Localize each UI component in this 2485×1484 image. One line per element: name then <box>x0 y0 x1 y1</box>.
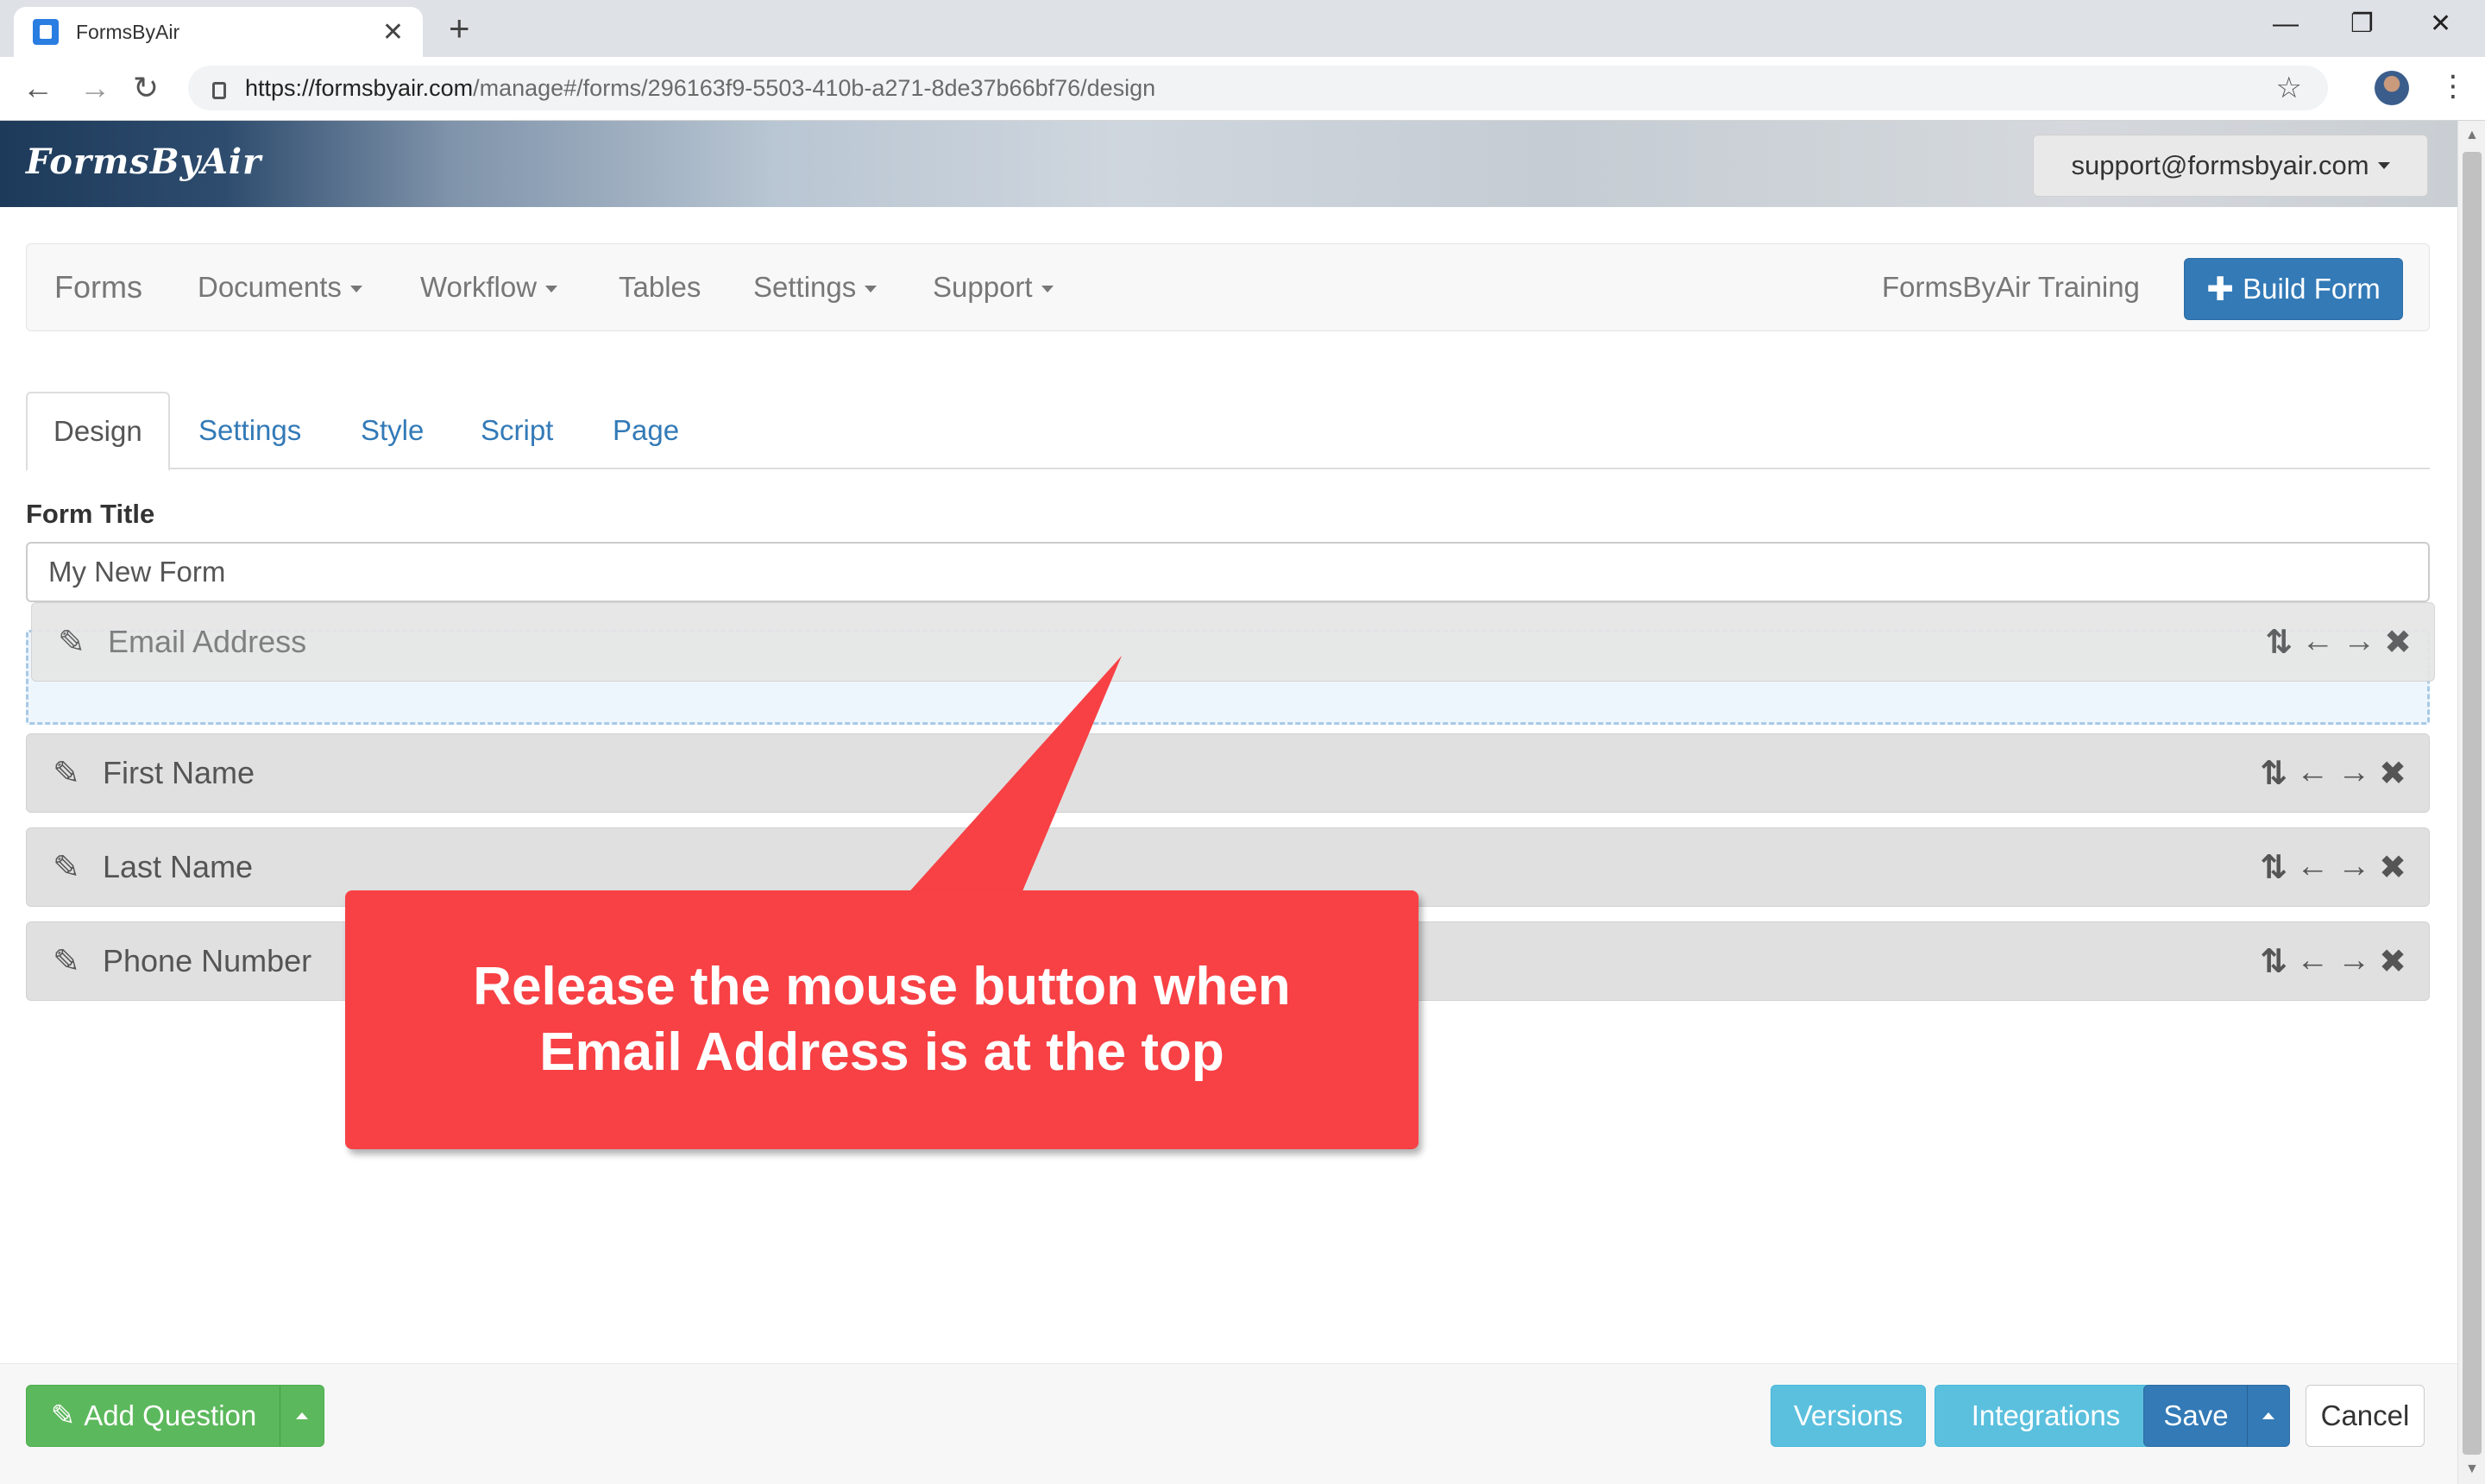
reorder-icon[interactable]: ⇅ <box>2260 942 2287 981</box>
move-left-icon[interactable]: ← <box>2296 754 2329 793</box>
nav-tables[interactable]: Tables <box>619 268 701 306</box>
chevron-up-icon <box>296 1412 308 1419</box>
add-question-label: Add Question <box>84 1399 257 1431</box>
remove-icon[interactable]: ✖ <box>2379 848 2406 887</box>
question-label: Email Address <box>108 624 307 659</box>
nav-settings-label: Settings <box>753 271 857 303</box>
build-form-label: Build Form <box>2243 273 2381 305</box>
nav-forms[interactable]: Forms <box>54 268 142 306</box>
scroll-down-icon[interactable]: ▼ <box>2465 1462 2479 1477</box>
move-right-icon[interactable]: → <box>2337 848 2370 887</box>
chevron-down-icon <box>2377 162 2390 169</box>
url-host: https://formsbyair.com <box>245 74 474 101</box>
scroll-up-icon[interactable]: ▲ <box>2465 128 2479 143</box>
lock-icon <box>212 82 226 99</box>
reload-icon[interactable]: ↻ <box>133 69 159 107</box>
callout-line-2: Email Address is at the top <box>539 1022 1224 1082</box>
tab-settings[interactable]: Settings <box>198 392 301 469</box>
save-button[interactable]: Save <box>2143 1385 2249 1447</box>
bookmark-star-icon[interactable]: ☆ <box>2276 71 2302 105</box>
tab-style[interactable]: Style <box>361 392 424 469</box>
tab-design[interactable]: Design <box>26 392 170 471</box>
reorder-icon[interactable]: ⇅ <box>2260 754 2287 793</box>
pencil-icon: ✎ <box>50 1399 76 1432</box>
formsbyair-favicon-icon <box>33 19 59 45</box>
tab-page[interactable]: Page <box>613 392 679 469</box>
callout-line-1: Release the mouse button when <box>473 957 1291 1016</box>
reorder-icon[interactable]: ⇅ <box>2265 623 2293 662</box>
forward-icon[interactable]: → <box>79 69 110 107</box>
address-bar: ← → ↻ https://formsbyair.com/manage#/for… <box>0 57 2485 121</box>
question-row[interactable]: ✎ First Name ⇅ ← → ✖ <box>26 733 2430 813</box>
form-title-label: Form Title <box>26 499 155 529</box>
nav-settings[interactable]: Settings <box>753 268 878 306</box>
move-left-icon[interactable]: ← <box>2296 848 2329 887</box>
chevron-down-icon <box>1041 286 1054 293</box>
nav-support[interactable]: Support <box>933 268 1054 306</box>
question-label: Last Name <box>103 849 254 884</box>
plus-icon: ✚ <box>2206 271 2235 308</box>
chevron-down-icon <box>349 286 362 293</box>
browser-menu-icon[interactable]: ⋮ <box>2438 67 2468 105</box>
nav-workflow[interactable]: Workflow <box>420 268 558 306</box>
question-row-dragging[interactable]: ✎ Email Address ⇅ ← → ✖ <box>31 602 2435 682</box>
scrollbar-thumb[interactable] <box>2463 152 2482 1455</box>
add-question-button[interactable]: ✎ Add Question <box>26 1385 281 1447</box>
move-right-icon[interactable]: → <box>2343 623 2375 662</box>
nav-support-label: Support <box>933 271 1033 303</box>
chevron-down-icon <box>865 286 878 293</box>
move-right-icon[interactable]: → <box>2337 942 2370 981</box>
url-path: /manage#/forms/296163f9-5503-410b-a271-8… <box>473 74 1156 101</box>
account-dropdown[interactable]: support@formsbyair.com <box>2033 135 2428 197</box>
add-question-dropdown[interactable] <box>280 1385 324 1447</box>
pencil-icon[interactable]: ✎ <box>58 623 96 662</box>
minimize-icon[interactable]: — <box>2273 7 2299 41</box>
page-scrollbar[interactable]: ▲ ▼ <box>2457 121 2485 1484</box>
question-label: Phone Number <box>103 943 312 978</box>
remove-icon[interactable]: ✖ <box>2379 942 2406 981</box>
chevron-up-icon <box>2262 1412 2274 1419</box>
reorder-icon[interactable]: ⇅ <box>2260 848 2287 887</box>
tab-script[interactable]: Script <box>481 392 553 469</box>
designer-footer: ✎ Add Question Versions Integrations Sav… <box>0 1363 2457 1484</box>
form-title-input[interactable]: My New Form <box>26 542 2430 602</box>
save-dropdown[interactable] <box>2247 1385 2290 1447</box>
profile-avatar[interactable] <box>2375 71 2409 105</box>
browser-tab[interactable]: FormsByAir ✕ <box>14 7 423 57</box>
pencil-icon[interactable]: ✎ <box>53 848 91 887</box>
restore-icon[interactable]: ❐ <box>2350 7 2374 41</box>
url-field[interactable]: https://formsbyair.com/manage#/forms/296… <box>188 66 2328 110</box>
chevron-down-icon <box>545 286 558 293</box>
move-right-icon[interactable]: → <box>2337 754 2370 793</box>
window-close-icon[interactable]: ✕ <box>2430 7 2451 41</box>
browser-tabstrip: FormsByAir ✕ + — ❐ ✕ <box>0 0 2485 57</box>
build-form-button[interactable]: ✚ Build Form <box>2184 258 2403 320</box>
instruction-callout: Release the mouse button when Email Addr… <box>345 890 1419 1149</box>
nav-workflow-label: Workflow <box>420 271 538 303</box>
cancel-button[interactable]: Cancel <box>2306 1385 2425 1447</box>
brand-logo[interactable]: FormsByAir <box>26 141 261 182</box>
tab-close-icon[interactable]: ✕ <box>382 17 404 47</box>
pencil-icon[interactable]: ✎ <box>53 942 91 981</box>
organization-name[interactable]: FormsByAir Training <box>1882 268 2140 306</box>
designer-tabs: Design Settings Style Script Page <box>26 392 2430 471</box>
remove-icon[interactable]: ✖ <box>2379 754 2406 793</box>
browser-tab-title: FormsByAir <box>76 20 180 43</box>
app-header: FormsByAir support@formsbyair.com <box>0 121 2457 207</box>
new-tab-button[interactable]: + <box>449 7 470 50</box>
question-label: First Name <box>103 755 255 790</box>
back-icon[interactable]: ← <box>22 69 53 107</box>
versions-button[interactable]: Versions <box>1771 1385 1926 1447</box>
remove-icon[interactable]: ✖ <box>2384 623 2412 662</box>
pencil-icon[interactable]: ✎ <box>53 754 91 793</box>
integrations-button[interactable]: Integrations <box>1935 1385 2157 1447</box>
nav-documents-label: Documents <box>198 271 342 303</box>
main-navbar: Forms Documents Workflow Tables Settings… <box>26 243 2430 331</box>
nav-documents[interactable]: Documents <box>198 268 362 306</box>
move-left-icon[interactable]: ← <box>2296 942 2329 981</box>
account-email: support@formsbyair.com <box>2071 150 2369 180</box>
move-left-icon[interactable]: ← <box>2301 623 2334 662</box>
